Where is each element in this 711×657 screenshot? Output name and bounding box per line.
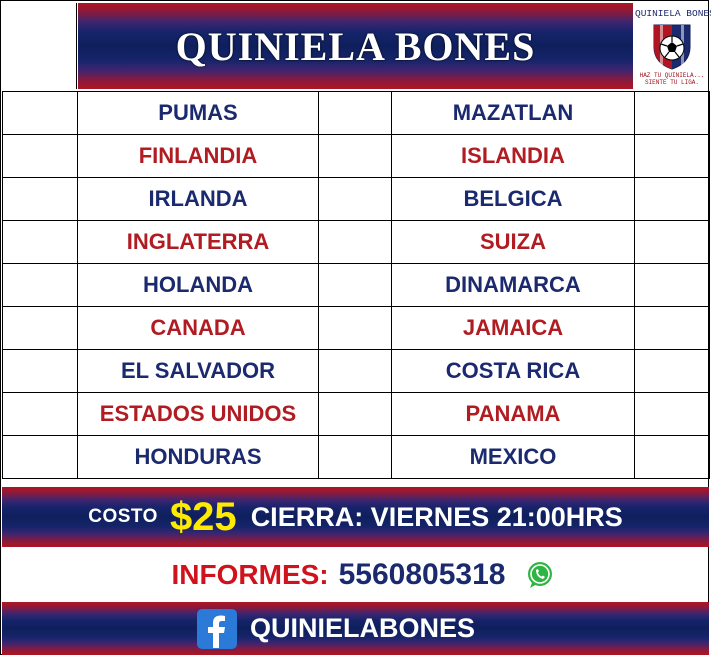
page-title: QUINIELA BONES: [175, 23, 536, 69]
match-row: PUMAS MAZATLAN: [2, 91, 710, 135]
whatsapp-icon[interactable]: [525, 560, 555, 590]
home-team: CANADA: [77, 306, 319, 350]
home-team: FINLANDIA: [77, 134, 319, 178]
away-team: JAMAICA: [391, 306, 635, 350]
match-row: ESTADOS UNIDOS PANAMA: [2, 392, 710, 436]
away-team: DINAMARCA: [391, 263, 635, 307]
matches-table: PUMAS MAZATLAN FINLANDIA ISLANDIA IRLANDA BEL…: [2, 91, 710, 479]
match-row: CANADA JAMAICA: [2, 306, 710, 350]
draw-pick-cell[interactable]: [318, 392, 392, 436]
match-row: HOLANDA DINAMARCA: [2, 263, 710, 307]
away-team: MEXICO: [391, 435, 635, 479]
home-pick-cell[interactable]: [2, 306, 78, 350]
draw-pick-cell[interactable]: [318, 134, 392, 178]
away-pick-cell[interactable]: [634, 435, 710, 479]
away-team: COSTA RICA: [391, 349, 635, 393]
brand-logo: QUINIELA BONES HAZ TU QUINIELA... SIENTE…: [635, 3, 711, 89]
home-team: INGLATERRA: [77, 220, 319, 264]
home-pick-cell[interactable]: [2, 263, 78, 307]
away-team: BELGICA: [391, 177, 635, 221]
away-team: PANAMA: [391, 392, 635, 436]
home-team: EL SALVADOR: [77, 349, 319, 393]
price-value: $25: [169, 494, 237, 539]
footer-banner: QUINIELABONES: [2, 602, 709, 655]
draw-pick-cell[interactable]: [318, 220, 392, 264]
header-banner: QUINIELA BONES: [78, 3, 633, 89]
away-pick-cell[interactable]: [634, 306, 710, 350]
logo-top-text: QUINIELA BONES: [635, 8, 711, 19]
away-team: ISLANDIA: [391, 134, 635, 178]
closing-time: CIERRA: VIERNES 21:00HRS: [250, 501, 623, 532]
info-row: INFORMES: 5560805318: [2, 549, 709, 601]
home-team: ESTADOS UNIDOS: [77, 392, 319, 436]
home-team: HONDURAS: [77, 435, 319, 479]
header-corner-cell: [2, 3, 77, 89]
away-pick-cell[interactable]: [634, 134, 710, 178]
draw-pick-cell[interactable]: [318, 177, 392, 221]
home-pick-cell[interactable]: [2, 220, 78, 264]
home-team: PUMAS: [77, 91, 319, 135]
home-team: IRLANDA: [77, 177, 319, 221]
away-pick-cell[interactable]: [634, 392, 710, 436]
logo-slogan: HAZ TU QUINIELA... SIENTE TU LIGA.: [639, 72, 705, 86]
phone-number[interactable]: 5560805318: [339, 558, 506, 592]
crest-ball-icon: [653, 24, 691, 70]
away-pick-cell[interactable]: [634, 263, 710, 307]
away-pick-cell[interactable]: [634, 91, 710, 135]
draw-pick-cell[interactable]: [318, 263, 392, 307]
draw-pick-cell[interactable]: [318, 349, 392, 393]
home-pick-cell[interactable]: [2, 177, 78, 221]
away-pick-cell[interactable]: [634, 349, 710, 393]
cost-banner: COSTO $25 CIERRA: VIERNES 21:00HRS: [2, 487, 709, 547]
facebook-handle[interactable]: QUINIELABONES: [250, 613, 475, 644]
home-pick-cell[interactable]: [2, 134, 78, 178]
match-row: FINLANDIA ISLANDIA: [2, 134, 710, 178]
facebook-icon[interactable]: [196, 608, 238, 650]
info-label: INFORMES:: [171, 559, 329, 590]
away-team: MAZATLAN: [391, 91, 635, 135]
match-row: IRLANDA BELGICA: [2, 177, 710, 221]
home-team: HOLANDA: [77, 263, 319, 307]
away-pick-cell[interactable]: [634, 220, 710, 264]
draw-pick-cell[interactable]: [318, 306, 392, 350]
home-pick-cell[interactable]: [2, 349, 78, 393]
away-team: SUIZA: [391, 220, 635, 264]
cost-label: COSTO: [88, 506, 158, 527]
quiniela-sheet: QUINIELA BONES QUINIELA BONES HAZ TU QUI…: [0, 0, 711, 655]
home-pick-cell[interactable]: [2, 435, 78, 479]
away-pick-cell[interactable]: [634, 177, 710, 221]
draw-pick-cell[interactable]: [318, 435, 392, 479]
match-row: EL SALVADOR COSTA RICA: [2, 349, 710, 393]
match-row: HONDURAS MEXICO: [2, 435, 710, 479]
draw-pick-cell[interactable]: [318, 91, 392, 135]
match-row: INGLATERRA SUIZA: [2, 220, 710, 264]
home-pick-cell[interactable]: [2, 392, 78, 436]
home-pick-cell[interactable]: [2, 91, 78, 135]
